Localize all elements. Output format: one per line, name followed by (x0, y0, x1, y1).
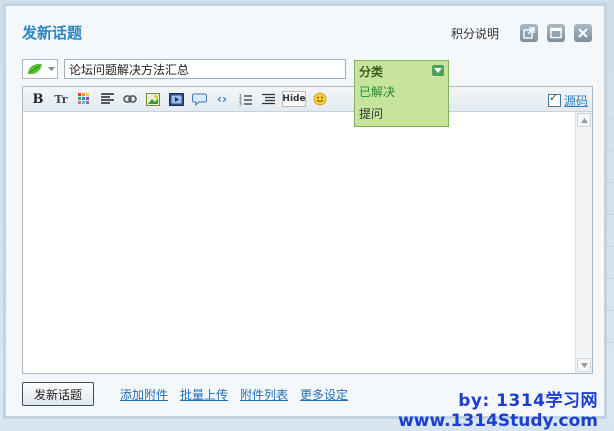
link-icon[interactable] (121, 90, 139, 108)
score-info-link[interactable]: 积分说明 (451, 25, 499, 42)
image-icon[interactable] (144, 90, 162, 108)
popout-button[interactable] (520, 24, 538, 42)
subject-input[interactable] (64, 59, 346, 79)
leaf-icon (28, 63, 42, 75)
add-attachment-link[interactable]: 添加附件 (120, 386, 168, 403)
quote-icon[interactable] (190, 90, 208, 108)
watermark: by: 1314学习网 www.1314Study.com (398, 386, 598, 431)
category-header-label: 分类 (359, 64, 384, 79)
svg-text:3: 3 (239, 101, 242, 106)
post-editor: B Tr ‹› 1 2 3 Hide ✓ 源码 (22, 86, 593, 374)
chevron-up-icon (580, 117, 588, 123)
footer-bar: 发新话题 添加附件 批量上传 附件列表 更多设定 (22, 382, 348, 406)
text-size-icon[interactable]: Tr (52, 90, 70, 108)
hide-icon[interactable]: Hide (282, 91, 306, 107)
source-toggle[interactable]: 源码 (547, 91, 588, 109)
ordered-list-icon[interactable]: 123 (236, 90, 254, 108)
dialog-title: 发新话题 (22, 24, 83, 42)
new-topic-dialog: 发新话题 积分说明 论坛问题解决方法汇总 分类 已解决 提问 B Tr ‹› 1… (3, 3, 607, 431)
maximize-icon (550, 27, 562, 39)
color-icon[interactable] (75, 90, 93, 108)
watermark-line2: www.1314Study.com (398, 411, 598, 431)
smiley-icon[interactable] (311, 90, 329, 108)
submit-topic-button[interactable]: 发新话题 (22, 382, 94, 406)
scroll-up-button[interactable] (577, 113, 591, 127)
code-icon[interactable]: ‹› (213, 90, 231, 108)
batch-upload-link[interactable]: 批量上传 (180, 386, 228, 403)
source-checkbox[interactable] (547, 91, 561, 107)
category-dropdown[interactable]: 分类 已解决 提问 (354, 60, 449, 127)
category-dropdown-toggle[interactable] (432, 65, 444, 76)
category-option-question[interactable]: 提问 (355, 103, 448, 125)
chevron-down-icon (434, 68, 442, 73)
chevron-down-icon (580, 362, 588, 368)
title-bar-controls: 积分说明 (451, 22, 592, 44)
editor-toolbar: B Tr ‹› 1 2 3 Hide ✓ 源码 (23, 87, 592, 112)
post-content-textarea[interactable] (23, 112, 575, 373)
bold-icon[interactable]: B (29, 90, 47, 108)
align-icon[interactable] (98, 90, 116, 108)
topic-icon-select[interactable] (22, 59, 58, 79)
subject-row (22, 58, 346, 80)
chevron-down-icon (48, 66, 55, 71)
category-option-solved[interactable]: 已解决 (355, 81, 448, 103)
watermark-line1: by: 1314学习网 (458, 391, 598, 411)
close-icon (578, 28, 588, 38)
close-button[interactable] (574, 24, 592, 42)
scroll-down-button[interactable] (577, 358, 591, 372)
source-label[interactable]: 源码 (564, 92, 588, 109)
editor-scrollbar[interactable] (575, 112, 592, 373)
popout-icon (523, 27, 535, 39)
unordered-list-icon[interactable] (259, 90, 277, 108)
category-header[interactable]: 分类 (355, 61, 448, 81)
attachment-list-link[interactable]: 附件列表 (240, 386, 288, 403)
media-icon[interactable] (167, 90, 185, 108)
maximize-button[interactable] (547, 24, 565, 42)
more-settings-link[interactable]: 更多设定 (300, 386, 348, 403)
